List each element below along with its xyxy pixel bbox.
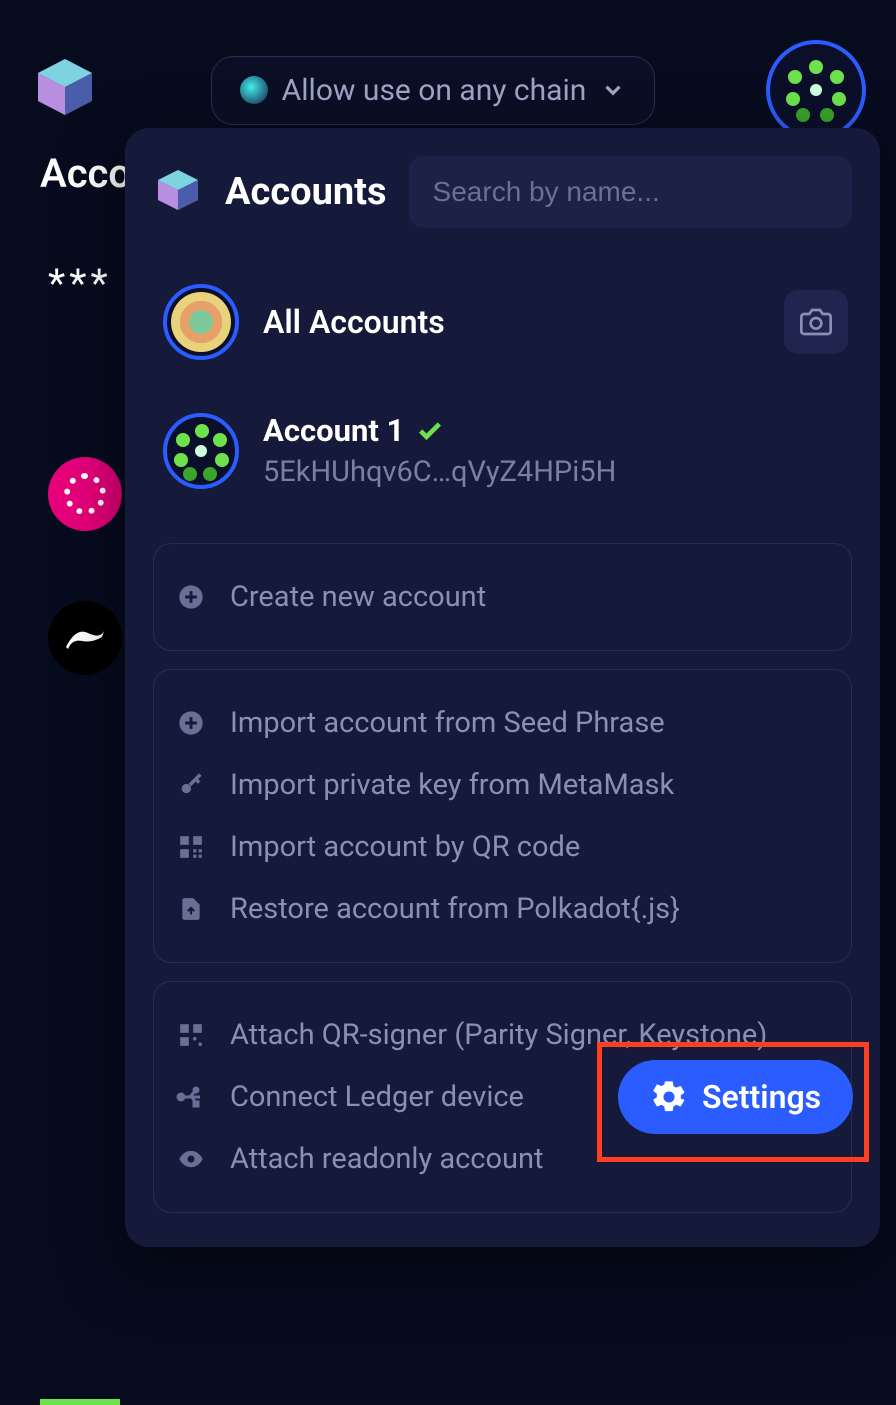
chain-label: Allow use on any chain bbox=[282, 73, 587, 108]
key-icon bbox=[176, 771, 206, 799]
account-row[interactable]: Account 1 5EkHUhqv6C…qVyZ4HPi5H bbox=[153, 406, 852, 525]
identicon bbox=[782, 56, 850, 124]
all-accounts-avatar bbox=[163, 284, 239, 360]
create-account-label: Create new account bbox=[230, 580, 486, 614]
search-input[interactable] bbox=[409, 156, 852, 228]
account-avatar bbox=[163, 413, 239, 489]
app-logo bbox=[30, 55, 100, 125]
attach-readonly-row[interactable]: Attach readonly account bbox=[176, 1128, 829, 1190]
chain-selector[interactable]: Allow use on any chain bbox=[211, 56, 656, 125]
all-accounts-row[interactable]: All Accounts bbox=[153, 272, 852, 406]
plus-circle-icon bbox=[176, 583, 206, 611]
chevron-down-icon bbox=[600, 77, 626, 103]
gear-icon bbox=[650, 1078, 688, 1116]
import-section: Import account from Seed Phrase Import p… bbox=[153, 669, 852, 963]
attach-qr-signer-row[interactable]: Attach QR-signer (Parity Signer, Keyston… bbox=[176, 1004, 829, 1066]
kusama-network-icon[interactable] bbox=[48, 601, 122, 675]
import-metamask-label: Import private key from MetaMask bbox=[230, 768, 674, 802]
attach-qr-signer-label: Attach QR-signer (Parity Signer, Keyston… bbox=[230, 1018, 767, 1052]
restore-polkadot-label: Restore account from Polkadot{.js} bbox=[230, 892, 680, 926]
all-accounts-label: All Accounts bbox=[263, 303, 445, 341]
import-seed-row[interactable]: Import account from Seed Phrase bbox=[176, 692, 829, 754]
side-icons: *** bbox=[48, 260, 122, 675]
qr-icon bbox=[176, 1022, 206, 1048]
account-address: 5EkHUhqv6C…qVyZ4HPi5H bbox=[263, 455, 616, 489]
check-icon bbox=[416, 417, 444, 445]
masked-indicator: *** bbox=[48, 260, 122, 307]
chain-icon bbox=[240, 76, 268, 104]
attach-readonly-label: Attach readonly account bbox=[230, 1142, 544, 1176]
panel-header: Accounts bbox=[153, 156, 852, 228]
settings-label: Settings bbox=[702, 1078, 821, 1116]
current-account-avatar[interactable] bbox=[766, 40, 866, 140]
file-upload-icon bbox=[176, 895, 206, 923]
import-metamask-row[interactable]: Import private key from MetaMask bbox=[176, 754, 829, 816]
eye-icon bbox=[176, 1145, 206, 1173]
plus-circle-icon bbox=[176, 709, 206, 737]
bottom-accent bbox=[40, 1399, 120, 1405]
settings-button[interactable]: Settings bbox=[618, 1060, 853, 1134]
qr-icon bbox=[176, 834, 206, 860]
restore-polkadot-row[interactable]: Restore account from Polkadot{.js} bbox=[176, 878, 829, 940]
import-qr-label: Import account by QR code bbox=[230, 830, 580, 864]
camera-button[interactable] bbox=[784, 290, 848, 354]
panel-title: Accounts bbox=[225, 170, 387, 214]
connect-ledger-label: Connect Ledger device bbox=[230, 1080, 524, 1114]
identicon bbox=[171, 421, 231, 481]
create-section: Create new account bbox=[153, 543, 852, 651]
panel-logo bbox=[153, 167, 203, 217]
create-account-row[interactable]: Create new account bbox=[176, 566, 829, 628]
polkadot-network-icon[interactable] bbox=[48, 457, 122, 531]
usb-icon bbox=[176, 1084, 206, 1110]
account-name: Account 1 bbox=[263, 412, 404, 449]
import-qr-row[interactable]: Import account by QR code bbox=[176, 816, 829, 878]
import-seed-label: Import account from Seed Phrase bbox=[230, 706, 665, 740]
